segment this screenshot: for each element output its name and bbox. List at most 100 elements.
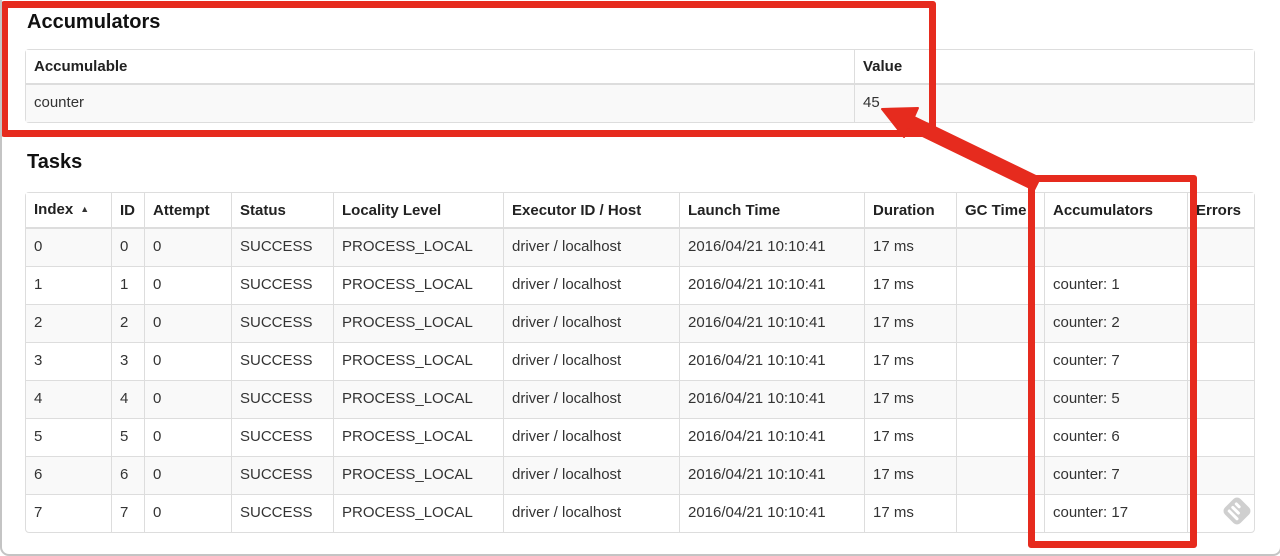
cell-attempt: 0: [144, 266, 231, 304]
cell-status: SUCCESS: [231, 342, 333, 380]
cell-executor-id-host: driver / localhost: [503, 229, 679, 266]
task-row: 6 6 0 SUCCESS PROCESS_LOCAL driver / localhos…: [26, 456, 1254, 494]
column-header-label: Executor ID / Host: [512, 201, 642, 219]
cell-launch-time: 2016/04/21 10:10:41: [679, 494, 864, 532]
column-header-gc-time[interactable]: GC Time: [956, 193, 1044, 229]
cell-duration: 17 ms: [864, 266, 956, 304]
cell-attempt: 0: [144, 304, 231, 342]
cell-duration: 17 ms: [864, 418, 956, 456]
cell-gc-time: [956, 266, 1044, 304]
cell-id: 7: [111, 494, 144, 532]
cell-id: 2: [111, 304, 144, 342]
task-row: 0 0 0 SUCCESS PROCESS_LOCAL driver / localhos…: [26, 229, 1254, 266]
cell-launch-time: 2016/04/21 10:10:41: [679, 229, 864, 266]
column-header-launch-time[interactable]: Launch Time: [679, 193, 864, 229]
cell-attempt: 0: [144, 342, 231, 380]
column-header-label: Status: [240, 201, 286, 219]
cell-id: 3: [111, 342, 144, 380]
cell-locality-level: PROCESS_LOCAL: [333, 380, 503, 418]
cell-index: 2: [26, 304, 111, 342]
sort-ascending-icon: ▲: [80, 204, 90, 214]
cell-gc-time: [956, 304, 1044, 342]
column-header-label: ID: [120, 201, 135, 219]
cell-attempt: 0: [144, 229, 231, 266]
column-header-label: GC Time: [965, 201, 1027, 219]
cell-status: SUCCESS: [231, 229, 333, 266]
column-header-accumulators[interactable]: Accumulators: [1044, 193, 1187, 229]
cell-errors: [1187, 342, 1254, 380]
column-header-id[interactable]: ID: [111, 193, 144, 229]
column-header-accumulable: Accumulable: [26, 50, 854, 85]
column-header-label: Duration: [873, 201, 935, 219]
cell-index: 7: [26, 494, 111, 532]
cell-launch-time: 2016/04/21 10:10:41: [679, 418, 864, 456]
cell-attempt: 0: [144, 456, 231, 494]
column-header-label: Attempt: [153, 201, 210, 219]
tasks-heading: Tasks: [27, 151, 83, 173]
cell-locality-level: PROCESS_LOCAL: [333, 418, 503, 456]
cell-gc-time: [956, 229, 1044, 266]
cell-index: 5: [26, 418, 111, 456]
cell-locality-level: PROCESS_LOCAL: [333, 342, 503, 380]
cell-executor-id-host: driver / localhost: [503, 456, 679, 494]
column-header-label: Locality Level: [342, 201, 442, 219]
column-header-status[interactable]: Status: [231, 193, 333, 229]
cell-locality-level: PROCESS_LOCAL: [333, 456, 503, 494]
cell-index: 4: [26, 380, 111, 418]
cell-locality-level: PROCESS_LOCAL: [333, 494, 503, 532]
cell-id: 0: [111, 229, 144, 266]
cell-status: SUCCESS: [231, 456, 333, 494]
cell-status: SUCCESS: [231, 304, 333, 342]
cell-launch-time: 2016/04/21 10:10:41: [679, 304, 864, 342]
cell-executor-id-host: driver / localhost: [503, 380, 679, 418]
cell-accumulators: counter: 6: [1044, 418, 1187, 456]
cell-accumulators: counter: 17: [1044, 494, 1187, 532]
column-header-label: Index: [34, 201, 74, 218]
cell-executor-id-host: driver / localhost: [503, 266, 679, 304]
cell-status: SUCCESS: [231, 418, 333, 456]
accumulators-table: Accumulable Value counter 45: [25, 49, 1255, 123]
cell-gc-time: [956, 456, 1044, 494]
cell-errors: [1187, 229, 1254, 266]
cell-executor-id-host: driver / localhost: [503, 304, 679, 342]
cell-accumulable-value: 45: [854, 85, 1254, 122]
cell-duration: 17 ms: [864, 494, 956, 532]
column-header-duration[interactable]: Duration: [864, 193, 956, 229]
cell-errors: [1187, 418, 1254, 456]
cell-errors: [1187, 494, 1254, 532]
cell-accumulable-name: counter: [26, 85, 854, 122]
cell-id: 1: [111, 266, 144, 304]
task-row: 1 1 0 SUCCESS PROCESS_LOCAL driver / localhos…: [26, 266, 1254, 304]
column-header-errors[interactable]: Errors: [1187, 193, 1254, 229]
cell-accumulators: counter: 7: [1044, 342, 1187, 380]
cell-accumulators: counter: 7: [1044, 456, 1187, 494]
column-header-attempt[interactable]: Attempt: [144, 193, 231, 229]
cell-executor-id-host: driver / localhost: [503, 342, 679, 380]
cell-attempt: 0: [144, 418, 231, 456]
cell-errors: [1187, 456, 1254, 494]
cell-status: SUCCESS: [231, 494, 333, 532]
cell-launch-time: 2016/04/21 10:10:41: [679, 380, 864, 418]
cell-gc-time: [956, 380, 1044, 418]
cell-status: SUCCESS: [231, 266, 333, 304]
task-row: 7 7 0 SUCCESS PROCESS_LOCAL driver / localhos…: [26, 494, 1254, 532]
cell-attempt: 0: [144, 380, 231, 418]
cell-gc-time: [956, 418, 1044, 456]
cell-errors: [1187, 380, 1254, 418]
cell-executor-id-host: driver / localhost: [503, 494, 679, 532]
cell-index: 6: [26, 456, 111, 494]
column-header-locality-level[interactable]: Locality Level: [333, 193, 503, 229]
cell-index: 0: [26, 229, 111, 266]
cell-gc-time: [956, 342, 1044, 380]
task-row: 2 2 0 SUCCESS PROCESS_LOCAL driver / localhos…: [26, 304, 1254, 342]
cell-id: 4: [111, 380, 144, 418]
cell-executor-id-host: driver / localhost: [503, 418, 679, 456]
column-header-executor-id-host[interactable]: Executor ID / Host: [503, 193, 679, 229]
accumulator-row: counter 45: [26, 85, 1254, 122]
column-header-label: Launch Time: [688, 201, 781, 219]
tasks-table: Index ▲ ID Attempt Status Locality Level Execu…: [25, 192, 1255, 533]
column-header-label: Errors: [1196, 201, 1242, 219]
column-header-index[interactable]: Index ▲: [26, 193, 111, 229]
cell-id: 5: [111, 418, 144, 456]
cell-duration: 17 ms: [864, 342, 956, 380]
